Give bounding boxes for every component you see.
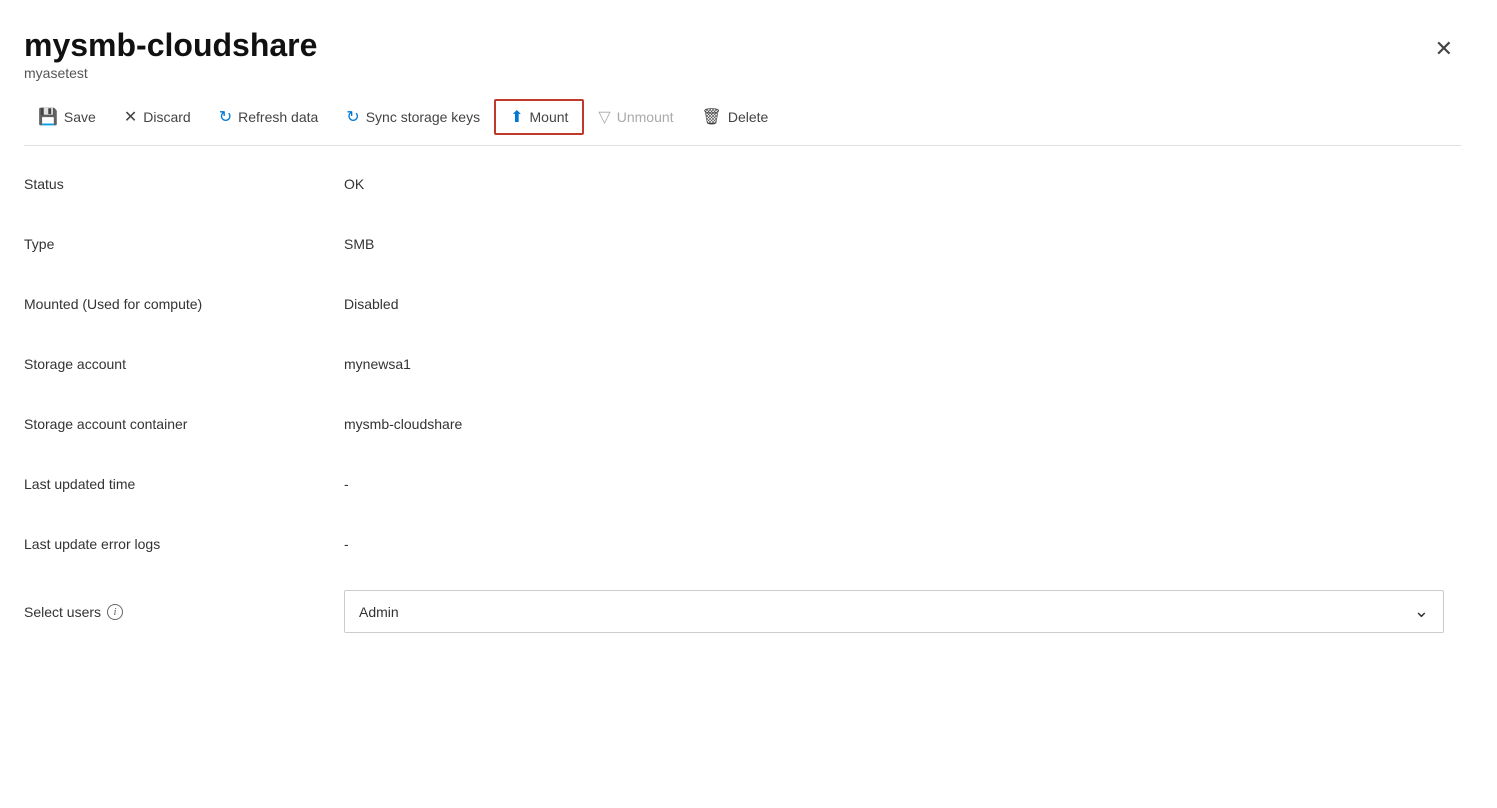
refresh-label: Refresh data (238, 109, 318, 125)
mount-icon: ⬆ (510, 107, 523, 127)
mounted-value: Disabled (344, 274, 1461, 334)
storage-container-value: mysmb-cloudshare (344, 394, 1461, 454)
panel-title-block: mysmb-cloudshare myasetest (24, 28, 317, 81)
last-error-value: - (344, 514, 1461, 574)
refresh-icon: ↻ (219, 107, 232, 127)
storage-account-value: mynewsa1 (344, 334, 1461, 394)
unmount-label: Unmount (617, 109, 674, 125)
unmount-icon: ▽ (598, 107, 610, 127)
storage-container-label: Storage account container (24, 394, 344, 454)
discard-button[interactable]: ✕ Discard (110, 101, 205, 133)
save-button[interactable]: 💾 Save (24, 101, 110, 133)
last-error-label: Last update error logs (24, 514, 344, 574)
detail-panel: mysmb-cloudshare myasetest ✕ 💾 Save ✕ Di… (0, 0, 1497, 808)
panel-header: mysmb-cloudshare myasetest ✕ (24, 28, 1461, 81)
mounted-label: Mounted (Used for compute) (24, 274, 344, 334)
delete-label: Delete (728, 109, 768, 125)
select-users-dropdown-container: Admin ⌄ (344, 574, 1461, 649)
save-icon: 💾 (38, 107, 58, 127)
storage-account-label: Storage account (24, 334, 344, 394)
discard-icon: ✕ (124, 107, 137, 127)
panel-title: mysmb-cloudshare (24, 28, 317, 63)
select-users-value: Admin (359, 604, 399, 620)
discard-label: Discard (143, 109, 190, 125)
toolbar: 💾 Save ✕ Discard ↻ Refresh data ↻ Sync s… (24, 85, 1461, 146)
select-users-label: Select users (24, 604, 101, 620)
mount-label: Mount (530, 109, 569, 125)
last-updated-value: - (344, 454, 1461, 514)
panel-subtitle: myasetest (24, 65, 317, 81)
select-users-label-container: Select users i (24, 574, 344, 649)
fields-grid: Status OK Type SMB Mounted (Used for com… (24, 154, 1461, 649)
status-label: Status (24, 154, 344, 214)
select-users-info-icon: i (107, 604, 123, 620)
delete-icon: 🗑 (702, 107, 722, 127)
chevron-down-icon: ⌄ (1414, 601, 1429, 622)
select-users-dropdown[interactable]: Admin ⌄ (344, 590, 1444, 633)
type-value: SMB (344, 214, 1461, 274)
mount-button[interactable]: ⬆ Mount (494, 99, 584, 135)
status-value: OK (344, 154, 1461, 214)
save-label: Save (64, 109, 96, 125)
refresh-button[interactable]: ↻ Refresh data (205, 101, 333, 133)
delete-button[interactable]: 🗑 Delete (688, 101, 783, 133)
unmount-button[interactable]: ▽ Unmount (584, 101, 687, 133)
last-updated-label: Last updated time (24, 454, 344, 514)
sync-icon: ↻ (346, 107, 359, 127)
sync-button[interactable]: ↻ Sync storage keys (332, 101, 494, 133)
type-label: Type (24, 214, 344, 274)
sync-label: Sync storage keys (366, 109, 480, 125)
close-button[interactable]: ✕ (1427, 32, 1461, 66)
